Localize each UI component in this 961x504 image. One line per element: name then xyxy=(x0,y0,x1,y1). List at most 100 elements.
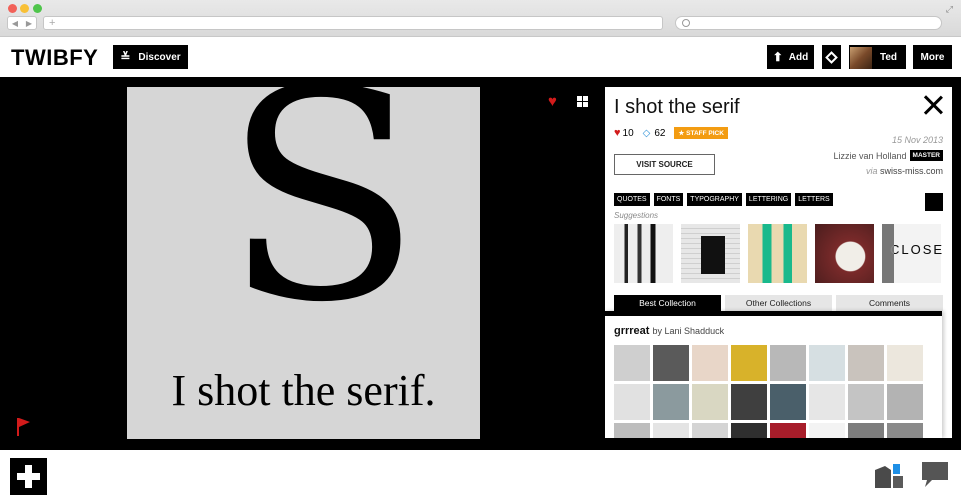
collection-tile[interactable] xyxy=(731,345,767,381)
grid-view-icon[interactable] xyxy=(577,96,588,107)
suggestion-thumb[interactable] xyxy=(815,224,874,283)
collection-tile[interactable] xyxy=(692,384,728,420)
collection-tile[interactable] xyxy=(887,423,923,438)
collection-tile[interactable] xyxy=(692,345,728,381)
collection-tile[interactable] xyxy=(809,384,845,420)
collection-tile[interactable] xyxy=(653,384,689,420)
add-button[interactable]: ⬆ Add xyxy=(767,45,814,69)
user-name: Ted xyxy=(880,51,898,63)
collection-tile[interactable] xyxy=(731,423,767,438)
logo[interactable]: TWIBFY xyxy=(11,45,98,71)
close-window-icon[interactable] xyxy=(8,4,17,13)
close-icon[interactable] xyxy=(923,95,943,115)
tag-lettering[interactable]: LETTERING xyxy=(745,193,792,206)
collection-tile[interactable] xyxy=(809,423,845,438)
staff-pick-badge: ★ STAFF PICK xyxy=(674,127,728,139)
browser-chrome: ◀ ▶ + ⤢ xyxy=(0,0,961,37)
tab-best-collection[interactable]: Best Collection xyxy=(614,295,721,311)
details-panel: I shot the serif ♥ 10 ◇ 62 ★ STAFF PICK … xyxy=(605,87,952,438)
post-stats: ♥ 10 ◇ 62 ★ STAFF PICK xyxy=(614,127,728,139)
app-header: TWIBFY ≚ Discover ⬆ Add Ted More xyxy=(0,37,961,77)
collection-tile[interactable] xyxy=(653,345,689,381)
maximize-window-icon[interactable] xyxy=(33,4,42,13)
browser-search-field[interactable] xyxy=(675,16,942,30)
more-label: More xyxy=(920,51,945,63)
discover-button[interactable]: ≚ Discover xyxy=(113,45,188,69)
discover-label: Discover xyxy=(138,51,181,63)
tag-fonts[interactable]: FONTS xyxy=(653,193,684,206)
add-tag-button[interactable] xyxy=(925,193,943,211)
collection-tile[interactable] xyxy=(770,345,806,381)
upload-icon: ⬆ xyxy=(772,50,783,64)
collection-tile[interactable] xyxy=(770,384,806,420)
visit-source-button[interactable]: VISIT SOURCE xyxy=(614,154,715,175)
more-button[interactable]: More xyxy=(913,45,952,69)
diamond-icon xyxy=(825,50,838,64)
collection-tile[interactable] xyxy=(614,423,650,438)
back-icon[interactable]: ◀ xyxy=(12,19,18,28)
artwork-caption: I shot the serif. xyxy=(171,366,436,415)
collection-tile[interactable] xyxy=(848,345,884,381)
chat-icon[interactable] xyxy=(920,460,950,490)
collection-tile[interactable] xyxy=(887,384,923,420)
reposts-count: 62 xyxy=(654,127,666,139)
collection-card: grrreat by Lani Shadduck xyxy=(605,311,942,438)
tag-list: QUOTES FONTS TYPOGRAPHY LETTERING LETTER… xyxy=(614,193,833,206)
forward-icon[interactable]: ▶ xyxy=(26,19,32,28)
suggestion-thumb[interactable] xyxy=(748,224,807,283)
collection-mosaic xyxy=(614,345,933,438)
report-flag-icon[interactable] xyxy=(17,418,31,436)
suggestion-thumb[interactable] xyxy=(614,224,673,283)
suggestion-thumb[interactable] xyxy=(681,224,740,283)
collection-tile[interactable] xyxy=(809,345,845,381)
avatar xyxy=(850,46,872,69)
like-heart-icon[interactable]: ♥ xyxy=(548,93,557,110)
collection-tile[interactable] xyxy=(653,423,689,438)
collection-tile[interactable] xyxy=(614,345,650,381)
likes-count: 10 xyxy=(622,127,634,139)
collection-tabs: Best Collection Other Collections Commen… xyxy=(614,295,943,311)
repost-diamond-button[interactable] xyxy=(822,45,841,69)
collection-tile[interactable] xyxy=(692,423,728,438)
tab-other-collections[interactable]: Other Collections xyxy=(725,295,832,311)
tiles-icon[interactable] xyxy=(875,464,907,490)
via-site-link[interactable]: swiss-miss.com xyxy=(880,166,943,176)
author-info: Lizzie van Holland MASTER xyxy=(834,150,943,161)
suggestion-thumb[interactable]: CLOSE xyxy=(882,224,942,283)
tag-typography[interactable]: TYPOGRAPHY xyxy=(687,193,742,206)
browser-nav-buttons[interactable]: ◀ ▶ xyxy=(7,16,37,30)
minimize-window-icon[interactable] xyxy=(20,4,29,13)
via-source: via swiss-miss.com xyxy=(865,166,943,176)
search-icon xyxy=(682,19,690,27)
author-name[interactable]: Lizzie van Holland xyxy=(834,151,907,161)
main-artwork-image[interactable]: S I shot the serif. xyxy=(127,87,480,439)
collection-tile[interactable] xyxy=(614,384,650,420)
repost-icon[interactable]: ◇ xyxy=(643,128,651,139)
master-badge: MASTER xyxy=(909,150,943,161)
suggestion-thumbnails: CLOSE xyxy=(614,224,942,283)
tag-letters[interactable]: LETTERS xyxy=(795,193,833,206)
tag-quotes[interactable]: QUOTES xyxy=(614,193,650,206)
tab-comments[interactable]: Comments xyxy=(836,295,943,311)
heart-icon[interactable]: ♥ xyxy=(614,127,621,139)
plus-icon xyxy=(17,465,40,488)
collection-tile[interactable] xyxy=(731,384,767,420)
add-label: Add xyxy=(788,51,809,63)
collection-tile[interactable] xyxy=(848,384,884,420)
discover-icon: ≚ xyxy=(120,50,131,64)
user-menu-button[interactable]: Ted xyxy=(849,45,906,69)
collection-title[interactable]: grrreat by Lani Shadduck xyxy=(614,325,724,337)
collection-tile[interactable] xyxy=(770,423,806,438)
address-bar[interactable]: + xyxy=(43,16,663,30)
collection-tile[interactable] xyxy=(887,345,923,381)
footer-bar xyxy=(0,450,961,504)
artwork-letter: S xyxy=(223,87,422,366)
add-post-button[interactable] xyxy=(10,458,47,495)
new-tab-icon[interactable]: + xyxy=(49,17,55,29)
fullscreen-icon[interactable]: ⤢ xyxy=(946,4,953,15)
collection-owner[interactable]: by Lani Shadduck xyxy=(653,326,725,336)
collection-tile[interactable] xyxy=(848,423,884,438)
post-title: I shot the serif xyxy=(614,96,740,118)
suggestions-label: Suggestions xyxy=(614,211,659,220)
post-date: 15 Nov 2013 xyxy=(891,135,943,145)
